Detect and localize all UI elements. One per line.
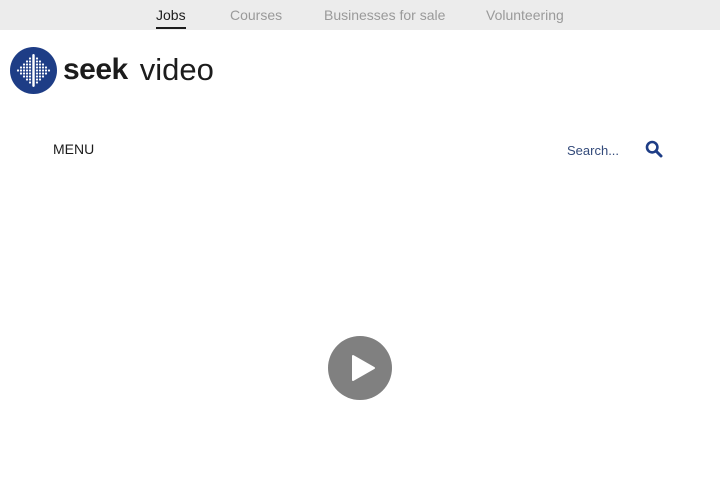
logo-brand-text: seek: [63, 53, 128, 86]
menu-button[interactable]: MENU: [53, 141, 94, 157]
top-nav-item-volunteering[interactable]: Volunteering: [486, 6, 564, 24]
top-nav-item-jobs[interactable]: Jobs: [156, 6, 186, 29]
play-button[interactable]: [328, 336, 392, 400]
video-player[interactable]: [0, 180, 720, 480]
logo-product-text: video: [139, 52, 214, 87]
top-nav-item-courses[interactable]: Courses: [230, 6, 282, 24]
play-icon: [352, 355, 375, 381]
seek-video-logo[interactable]: seek video: [10, 46, 214, 94]
top-navigation-bar: Jobs Courses Businesses for sale Volunte…: [0, 0, 720, 30]
search-input[interactable]: [560, 140, 636, 160]
top-nav-item-businesses-for-sale[interactable]: Businesses for sale: [324, 6, 445, 24]
seek-logo-icon: [10, 46, 57, 94]
search-icon[interactable]: [645, 140, 663, 158]
